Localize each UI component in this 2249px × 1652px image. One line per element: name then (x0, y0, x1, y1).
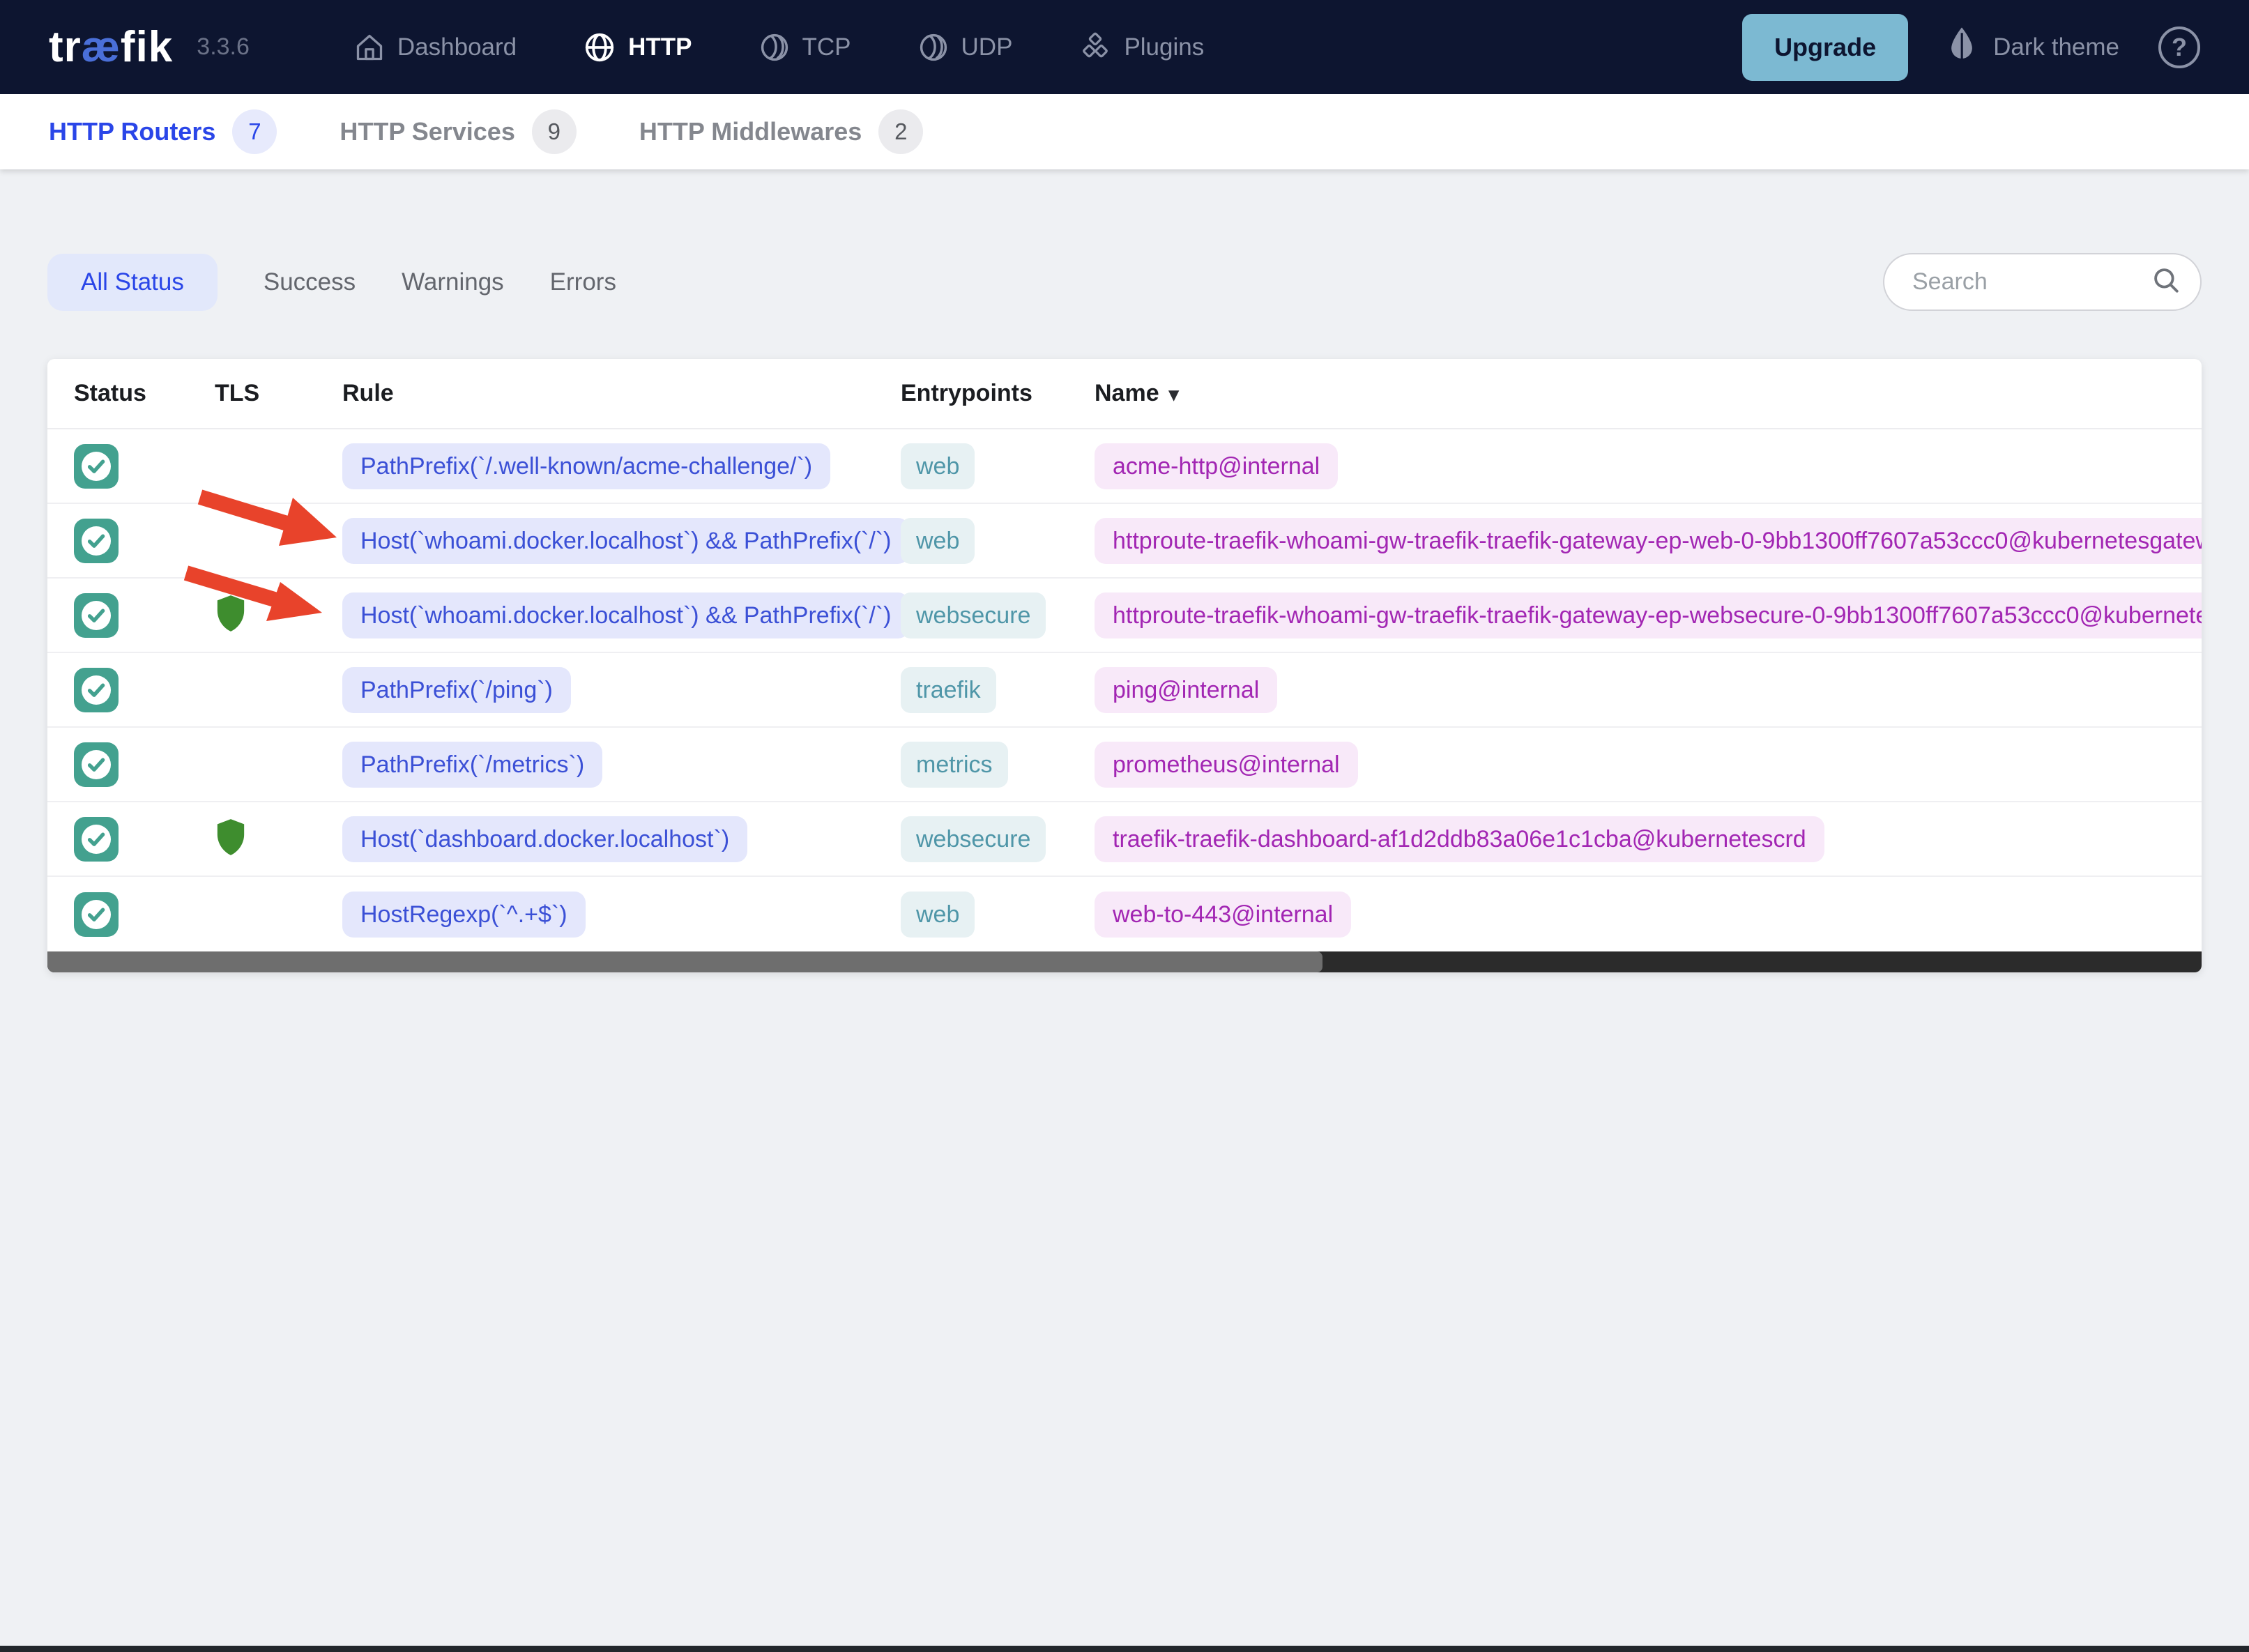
nav-item-plugins[interactable]: Plugins (1079, 31, 1204, 63)
nav-item-label: Dashboard (397, 33, 517, 61)
filter-success[interactable]: Success (264, 254, 356, 311)
sphere-icon (759, 32, 790, 63)
rule-chip[interactable]: PathPrefix(`/metrics`) (342, 741, 603, 788)
tab-http-routers[interactable]: HTTP Routers 7 (49, 109, 277, 154)
rule-chip[interactable]: PathPrefix(`/.well-known/acme-challenge/… (342, 443, 831, 489)
column-header-entrypoints[interactable]: Entrypoints (870, 380, 1065, 407)
contrast-droplet-icon (1947, 25, 1976, 69)
filter-errors[interactable]: Errors (550, 254, 616, 311)
nav-item-dashboard[interactable]: Dashboard (354, 32, 517, 63)
table-row[interactable]: HostRegexp(`^.+$`) web web-to-443@intern… (47, 877, 2202, 951)
cubes-icon (1079, 31, 1111, 63)
tab-http-middlewares[interactable]: HTTP Middlewares 2 (639, 109, 924, 154)
globe-icon (584, 31, 616, 63)
horizontal-scrollbar[interactable] (47, 951, 2202, 972)
filter-warnings[interactable]: Warnings (402, 254, 504, 311)
routers-table: Status TLS Rule Entrypoints Name ▾ PathPr… (47, 359, 2202, 972)
logo-part: fik (120, 23, 174, 71)
entrypoint-chip[interactable]: websecure (901, 592, 1046, 638)
router-name-chip[interactable]: traefik-traefik-dashboard-af1d2ddb83a06e… (1095, 816, 1824, 862)
router-name-chip[interactable]: prometheus@internal (1095, 741, 1358, 788)
tab-label: HTTP Routers (49, 117, 216, 146)
tab-http-services[interactable]: HTTP Services 9 (340, 109, 577, 154)
column-header-name[interactable]: Name ▾ (1065, 380, 2202, 407)
nav-item-label: HTTP (628, 33, 692, 61)
bottom-edge-strip (0, 1646, 2249, 1652)
table-row[interactable]: PathPrefix(`/.well-known/acme-challenge/… (47, 429, 2202, 504)
tab-label: HTTP Middlewares (639, 117, 862, 146)
status-success-icon (74, 667, 119, 712)
sphere-icon (918, 32, 949, 63)
search-box[interactable] (1883, 253, 2202, 311)
table-row[interactable]: PathPrefix(`/metrics`) metrics prometheu… (47, 728, 2202, 802)
traefik-logo: tr æ fik (49, 22, 173, 72)
rule-chip[interactable]: HostRegexp(`^.+$`) (342, 891, 586, 938)
status-success-icon (74, 518, 119, 563)
upgrade-button[interactable]: Upgrade (1742, 13, 1909, 81)
count-badge: 2 (878, 109, 924, 154)
theme-toggle-label: Dark theme (1993, 33, 2119, 61)
router-name-chip[interactable]: acme-http@internal (1095, 443, 1339, 489)
router-name-chip[interactable]: ping@internal (1095, 666, 1278, 713)
count-badge: 9 (531, 109, 577, 154)
table-row[interactable]: Host(`dashboard.docker.localhost`) webse… (47, 802, 2202, 877)
table-header-row: Status TLS Rule Entrypoints Name ▾ (47, 359, 2202, 429)
top-navbar: tr æ fik 3.3.6 Dashboard HTTP TCP UDP Pl… (0, 0, 2249, 94)
navbar-actions: Upgrade Dark theme ? (1742, 13, 2200, 81)
nav-item-label: TCP (802, 33, 851, 61)
count-badge: 7 (232, 109, 277, 154)
tls-shield-icon (215, 594, 312, 636)
search-icon (2151, 266, 2181, 298)
status-filter-row: All Status Success Warnings Errors (47, 253, 2202, 311)
version-label: 3.3.6 (197, 33, 250, 60)
scrollbar-thumb[interactable] (47, 951, 1322, 972)
rule-chip[interactable]: Host(`whoami.docker.localhost`) && PathP… (342, 592, 910, 638)
theme-toggle[interactable]: Dark theme (1947, 25, 2119, 69)
router-name-chip[interactable]: httproute-traefik-whoami-gw-traefik-trae… (1095, 592, 2202, 638)
nav-item-label: Plugins (1124, 33, 1205, 61)
help-icon[interactable]: ? (2158, 26, 2200, 68)
entrypoint-chip[interactable]: web (901, 443, 975, 489)
nav-item-tcp[interactable]: TCP (759, 32, 851, 63)
column-header-name-label: Name (1095, 380, 1159, 406)
router-name-chip[interactable]: httproute-traefik-whoami-gw-traefik-trae… (1095, 517, 2202, 564)
entrypoint-chip[interactable]: traefik (901, 666, 996, 713)
nav-item-label: UDP (961, 33, 1013, 61)
search-input[interactable] (1911, 268, 2151, 296)
nav-item-http[interactable]: HTTP (584, 31, 692, 63)
tls-shield-icon (215, 818, 312, 860)
filter-all-status[interactable]: All Status (47, 253, 218, 311)
entrypoint-chip[interactable]: web (901, 517, 975, 564)
table-row[interactable]: PathPrefix(`/ping`) traefik ping@interna… (47, 653, 2202, 728)
column-header-tls[interactable]: TLS (187, 380, 312, 407)
rule-chip[interactable]: Host(`dashboard.docker.localhost`) (342, 816, 748, 862)
entrypoint-chip[interactable]: metrics (901, 741, 1008, 788)
table-row[interactable]: Host(`whoami.docker.localhost`) && PathP… (47, 504, 2202, 579)
status-success-icon (74, 742, 119, 787)
table-body: PathPrefix(`/.well-known/acme-challenge/… (47, 429, 2202, 951)
rule-chip[interactable]: Host(`whoami.docker.localhost`) && PathP… (342, 517, 910, 564)
home-icon (354, 32, 385, 63)
sort-desc-icon: ▾ (1168, 383, 1179, 405)
status-success-icon (74, 892, 119, 937)
http-subnav: HTTP Routers 7 HTTP Services 9 HTTP Midd… (0, 94, 2249, 169)
status-success-icon (74, 443, 119, 489)
status-success-icon (74, 816, 119, 862)
tab-label: HTTP Services (340, 117, 515, 146)
main-nav: Dashboard HTTP TCP UDP Plugins (354, 31, 1204, 63)
nav-item-udp[interactable]: UDP (918, 32, 1013, 63)
router-name-chip[interactable]: web-to-443@internal (1095, 891, 1352, 938)
status-success-icon (74, 592, 119, 638)
logo-part: æ (81, 23, 121, 71)
rule-chip[interactable]: PathPrefix(`/ping`) (342, 666, 571, 713)
logo-part: tr (49, 23, 82, 71)
entrypoint-chip[interactable]: websecure (901, 816, 1046, 862)
column-header-status[interactable]: Status (47, 380, 187, 407)
routers-page: All Status Success Warnings Errors Statu… (47, 253, 2202, 972)
entrypoint-chip[interactable]: web (901, 891, 975, 938)
table-row[interactable]: Host(`whoami.docker.localhost`) && PathP… (47, 579, 2202, 653)
column-header-rule[interactable]: Rule (312, 380, 870, 407)
